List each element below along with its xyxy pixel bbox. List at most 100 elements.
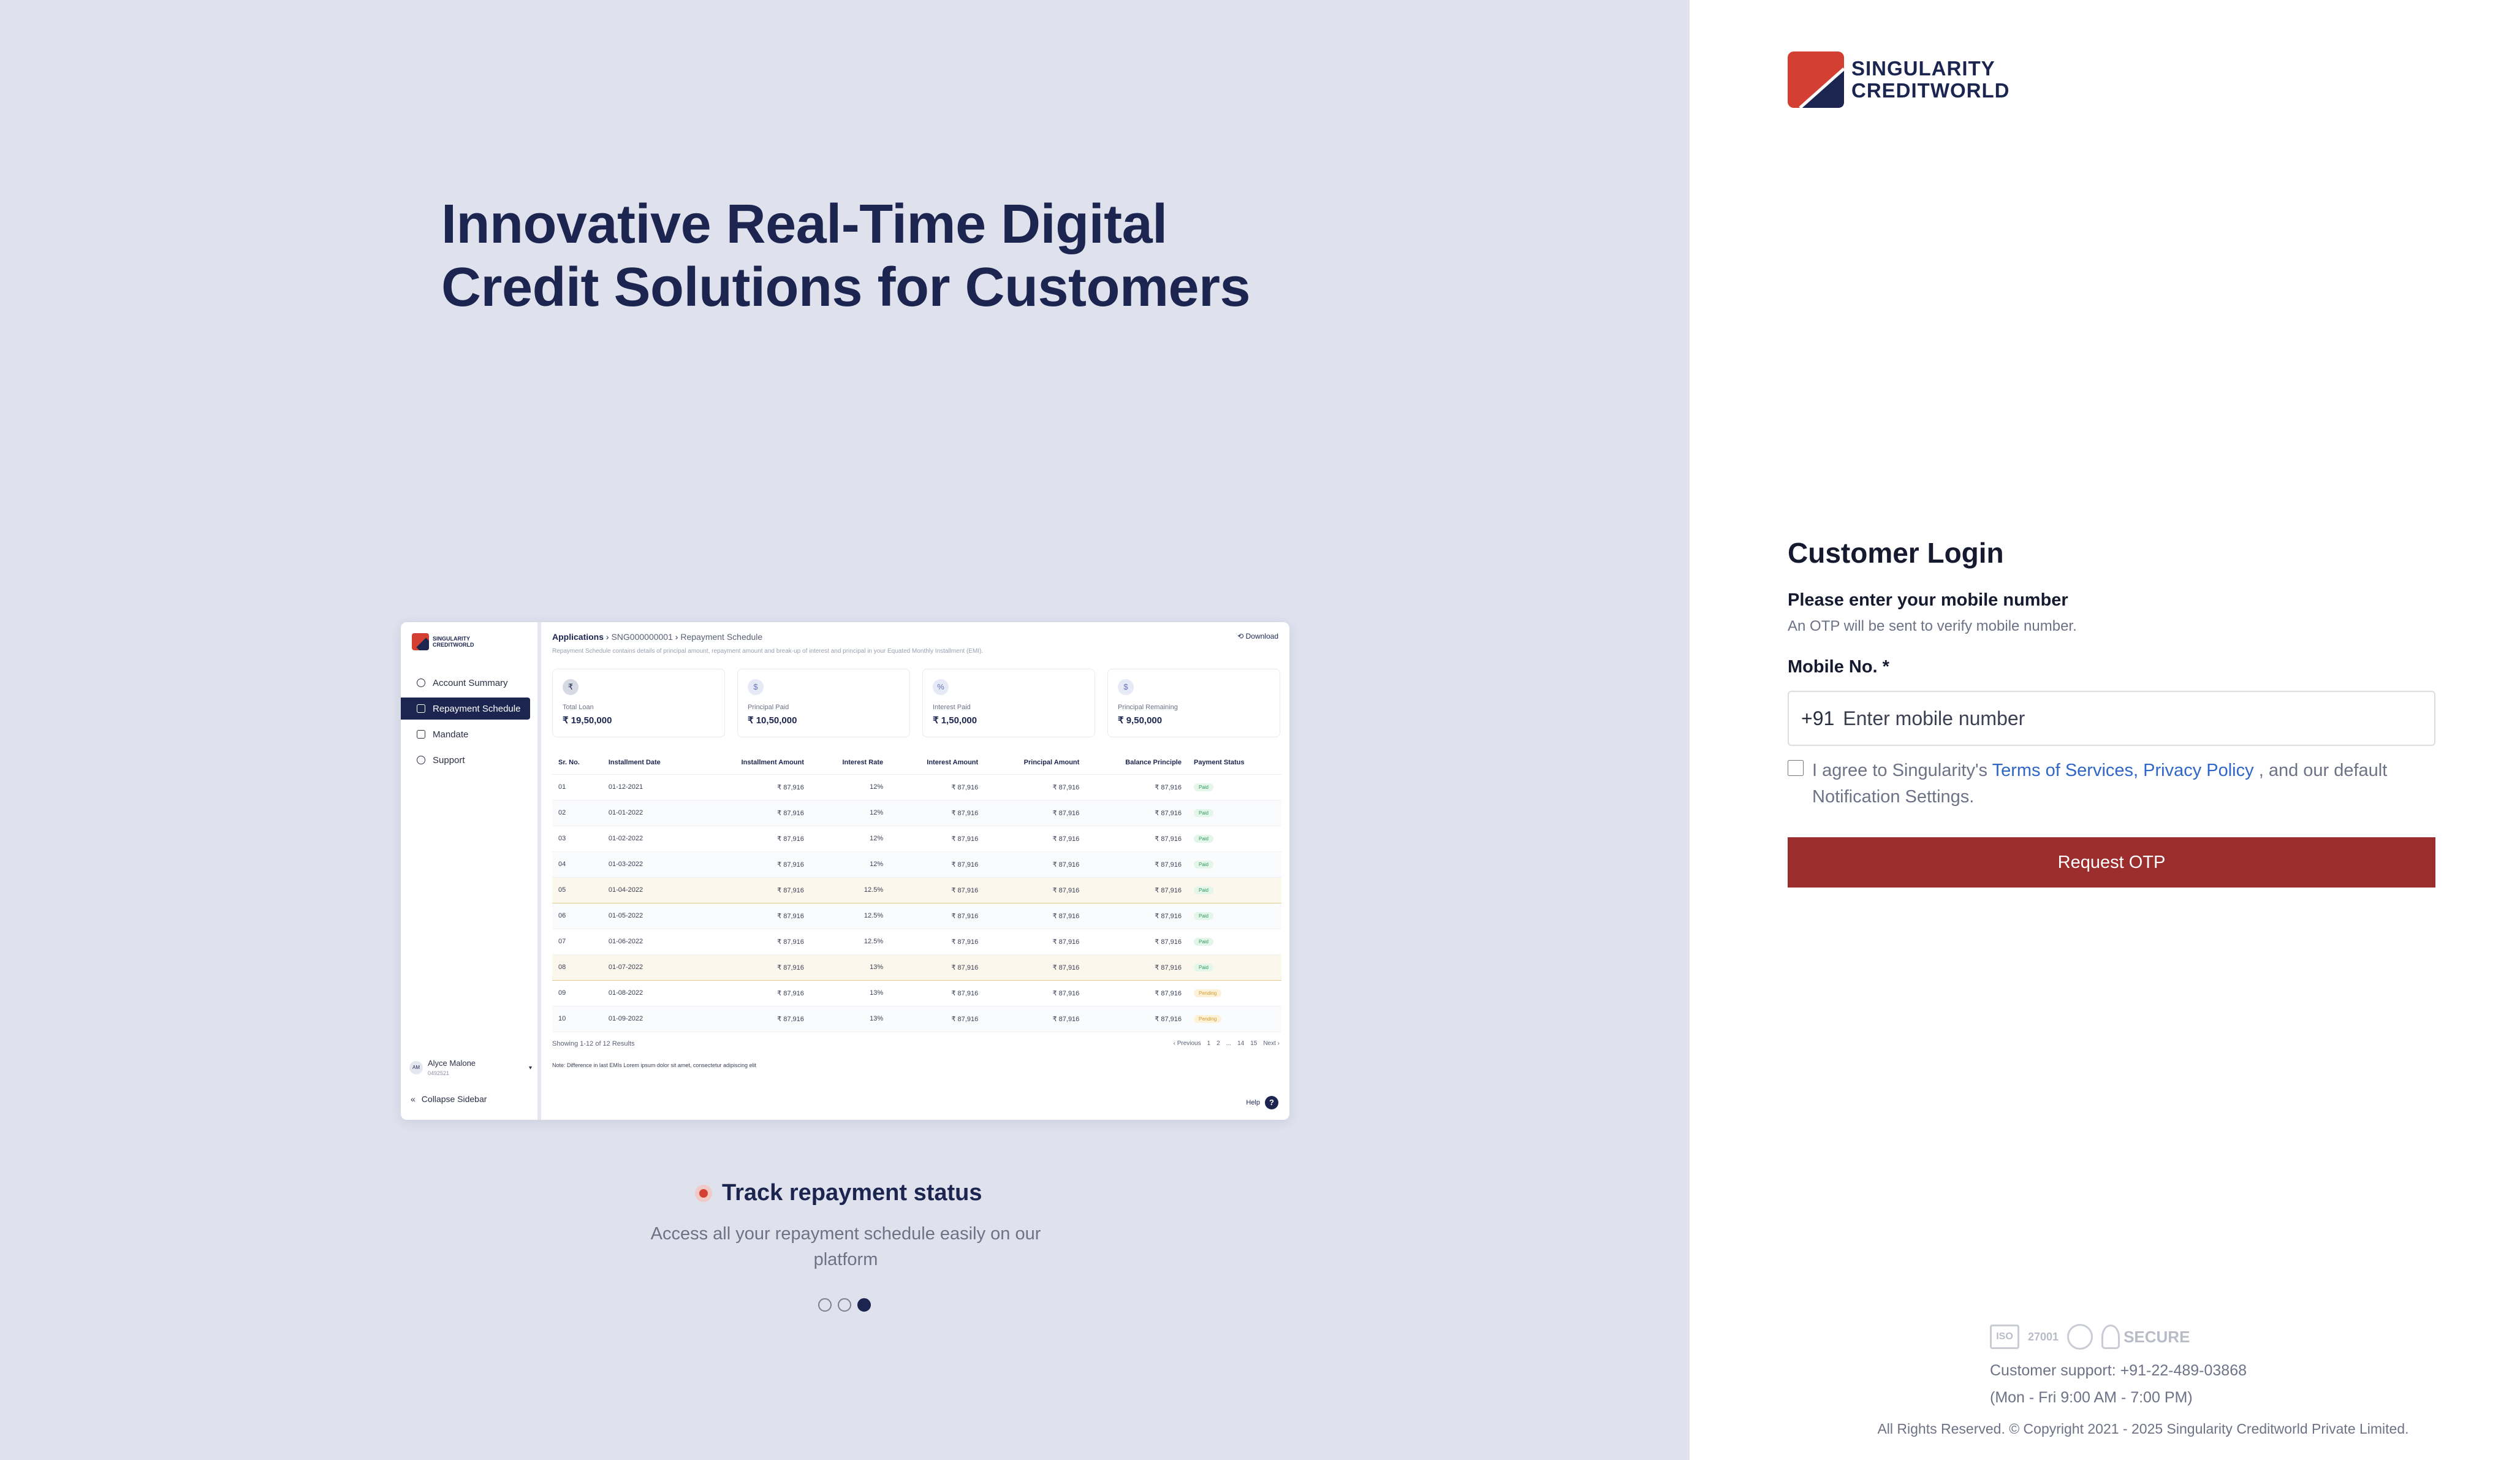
support-hours: (Mon - Fri 9:00 AM - 7:00 PM)	[1990, 1389, 2193, 1406]
table-cell: ₹ 87,916	[1085, 980, 1188, 1006]
terms-checkbox[interactable]	[1788, 760, 1804, 776]
table-cell: 01-06-2022	[602, 929, 699, 955]
copyright: All Rights Reserved. © Copyright 2021 - …	[1877, 1421, 2409, 1437]
hero-title-line2: Credit Solutions for Customers	[441, 257, 1251, 318]
table-cell: ₹ 87,916	[1085, 800, 1188, 826]
table-cell: 12.5%	[810, 876, 890, 903]
table-row: 08 01-07-2022 ₹ 87,916 13% ₹ 87,916 ₹ 87,916 ₹…	[552, 954, 1281, 981]
table-cell: 12.5%	[810, 929, 890, 955]
summary-card: % Interest Paid ₹ 1,50,000	[922, 669, 1095, 737]
double-chevron-left-icon: «	[411, 1094, 416, 1104]
table-cell: ₹ 87,916	[984, 800, 1086, 826]
table-cell: ₹ 87,916	[1085, 826, 1188, 852]
table-cell: ₹ 87,916	[984, 876, 1086, 903]
table-cell: ₹ 87,916	[889, 903, 985, 929]
download-icon: ⟲	[1237, 632, 1244, 641]
table-cell: ₹ 87,916	[889, 876, 985, 903]
pagination: ‹ Previous 1 2 ... 14 15 Next ›	[1173, 1040, 1280, 1047]
status-badge: Paid	[1193, 860, 1213, 869]
carousel-dot-3[interactable]	[857, 1298, 871, 1312]
preview-collapse-sidebar: «Collapse Sidebar	[411, 1094, 487, 1104]
repayment-table: Sr. No. Installment Date Installment Amo…	[552, 751, 1281, 1032]
table-cell: ₹ 87,916	[984, 1006, 1086, 1032]
iso-27001-icon: 27001	[2028, 1330, 2059, 1343]
brand-logo-mark	[1788, 51, 1844, 108]
status-badge: Paid	[1193, 911, 1213, 920]
avatar: AM	[409, 1061, 423, 1074]
table-cell: 03	[552, 826, 602, 852]
secure-badge: SECURE	[2101, 1325, 2190, 1349]
calendar-icon	[417, 704, 425, 713]
table-cell: 12.5%	[810, 903, 890, 929]
table-cell: ₹ 87,916	[889, 929, 985, 955]
mobile-input[interactable]	[1843, 707, 2370, 730]
table-cell: ₹ 87,916	[889, 800, 985, 826]
login-title: Customer Login	[1788, 537, 2004, 569]
table-cell: ₹ 87,916	[889, 851, 985, 878]
status-badge: Paid	[1193, 783, 1213, 791]
carousel-dots	[818, 1298, 871, 1312]
table-cell: ₹ 87,916	[698, 774, 810, 800]
table-cell: 01-08-2022	[602, 980, 699, 1006]
chevron-right-icon: ›	[675, 632, 678, 642]
table-cell: ₹ 87,916	[984, 929, 1086, 955]
table-cell: ₹ 87,916	[1085, 954, 1188, 981]
brand-name-line1: SINGULARITY	[1851, 57, 1995, 80]
mobile-field[interactable]: +91	[1788, 691, 2435, 746]
mobile-label: Mobile No. *	[1788, 657, 1889, 677]
preview-nav-repayment-schedule: Repayment Schedule	[401, 698, 530, 720]
table-cell: ₹ 87,916	[698, 876, 810, 903]
table-cell: 12%	[810, 851, 890, 878]
help-circle-icon	[417, 756, 425, 764]
table-cell: 01-03-2022	[602, 851, 699, 878]
carousel-dot-2[interactable]	[838, 1298, 851, 1312]
brand-name-line2: CREDITWORLD	[1851, 79, 2010, 102]
request-otp-button[interactable]: Request OTP	[1788, 837, 2435, 888]
carousel-dot-1[interactable]	[818, 1298, 832, 1312]
table-cell: 01-12-2021	[602, 774, 699, 800]
privacy-link[interactable]: Privacy Policy	[2143, 761, 2254, 780]
table-row: 06 01-05-2022 ₹ 87,916 12.5% ₹ 87,916 ₹ 87,91…	[552, 903, 1281, 929]
table-cell: 10	[552, 1006, 602, 1032]
table-cell: 01-05-2022	[602, 903, 699, 929]
table-cell: ₹ 87,916	[984, 774, 1086, 800]
table-row: 09 01-08-2022 ₹ 87,916 13% ₹ 87,916 ₹ 87,916 ₹…	[552, 980, 1281, 1006]
table-cell: ₹ 87,916	[889, 826, 985, 852]
preview-nav-support: Support	[408, 749, 530, 771]
lock-icon	[2101, 1325, 2120, 1349]
pci-badge-icon	[2067, 1324, 2093, 1350]
country-code: +91	[1801, 707, 1835, 729]
preview-help: Help?	[1246, 1096, 1278, 1109]
preview-summary-cards: ₹ Total Loan ₹ 19,50,000 $ Principal Paid ₹ …	[552, 669, 1280, 737]
feature-title: Track repayment status	[722, 1180, 982, 1206]
table-cell: 13%	[810, 980, 890, 1006]
user-icon	[417, 679, 425, 687]
hero-title-line1: Innovative Real-Time Digital	[441, 194, 1167, 255]
table-row: 01 01-12-2021 ₹ 87,916 12% ₹ 87,916 ₹ 87,916 ₹…	[552, 774, 1281, 800]
table-cell: 01-04-2022	[602, 876, 699, 903]
hero-title: Innovative Real-Time Digital Credit Solu…	[441, 193, 1361, 319]
preview-download: ⟲ Download	[1237, 632, 1278, 641]
coin-icon: $	[1118, 679, 1134, 695]
table-cell: 01-09-2022	[602, 1006, 699, 1032]
preview-description: Repayment Schedule contains details of p…	[552, 648, 984, 655]
security-badges: ISO 27001 SECURE	[1990, 1324, 2190, 1350]
status-badge: Paid	[1193, 808, 1213, 817]
preview-note: Note: Difference in last EMIs Lorem ipsu…	[552, 1062, 756, 1068]
results-count: Showing 1-12 of 12 Results	[552, 1040, 635, 1047]
preview-nav: Account Summary Repayment Schedule Manda…	[401, 668, 541, 775]
table-cell: ₹ 87,916	[698, 954, 810, 981]
table-cell: ₹ 87,916	[984, 980, 1086, 1006]
table-cell: ₹ 87,916	[698, 851, 810, 878]
status-badge: Paid	[1193, 963, 1213, 971]
feature-description: Access all your repayment schedule easil…	[650, 1224, 1041, 1269]
table-cell: 01-02-2022	[602, 826, 699, 852]
table-cell: 01	[552, 774, 602, 800]
preview-user: AM Alyce Malone 0492521 ▾	[409, 1059, 532, 1077]
table-cell: ₹ 87,916	[984, 954, 1086, 981]
iso-badge-icon: ISO	[1990, 1325, 2019, 1349]
table-cell: 12%	[810, 800, 890, 826]
preview-logo-mark	[412, 633, 429, 650]
terms-link[interactable]: Terms of Services,	[1992, 761, 2139, 780]
bullet-icon	[695, 1184, 712, 1202]
